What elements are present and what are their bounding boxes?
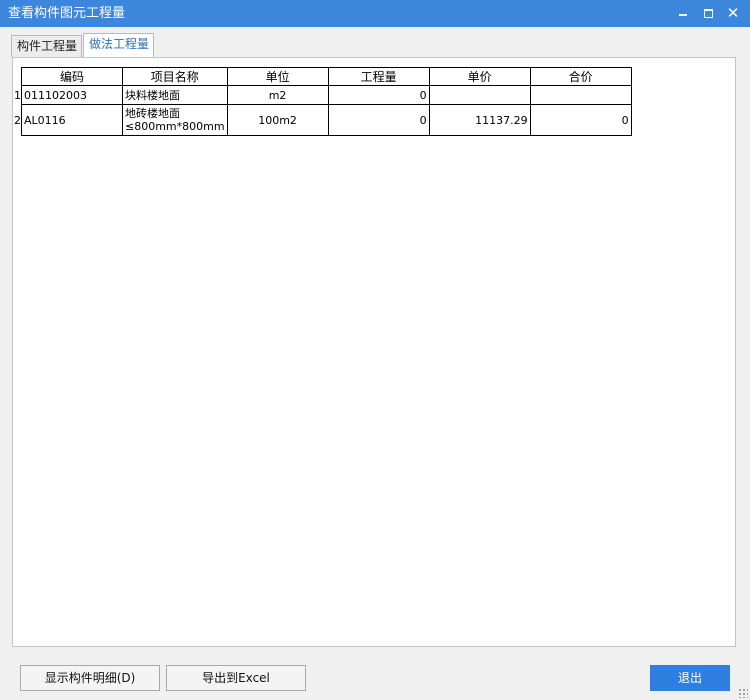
button-bar: 显示构件明细(D) 导出到Excel 退出 [12, 663, 736, 693]
quantity-table: 编码 项目名称 单位 工程量 单价 合价 1 011102003 块料楼地面 m… [14, 67, 632, 136]
cell-total[interactable]: 0 [529, 104, 632, 136]
column-header-unit[interactable]: 单位 [226, 67, 329, 86]
cell-unit[interactable]: m2 [226, 85, 329, 105]
column-header-quantity[interactable]: 工程量 [327, 67, 430, 86]
maximize-button[interactable] [697, 3, 719, 23]
column-header-code[interactable]: 编码 [21, 67, 123, 86]
close-icon: ✕ [726, 3, 740, 22]
close-button[interactable]: ✕ [722, 3, 744, 23]
table-header-row: 编码 项目名称 单位 工程量 单价 合价 [14, 67, 632, 86]
table-row[interactable]: 2 AL0116 地砖楼地面 ≤800mm*800mm 100m2 0 1113… [14, 104, 632, 136]
column-header-total[interactable]: 合价 [529, 67, 632, 86]
cell-quantity[interactable]: 0 [327, 104, 430, 136]
cell-unit[interactable]: 100m2 [226, 104, 329, 136]
exit-button[interactable]: 退出 [650, 665, 730, 691]
cell-name[interactable]: 地砖楼地面 ≤800mm*800mm [122, 104, 228, 136]
quantity-panel: 编码 项目名称 单位 工程量 单价 合价 1 011102003 块料楼地面 m… [12, 57, 736, 647]
show-component-detail-button[interactable]: 显示构件明细(D) [20, 665, 160, 691]
tab-method-quantity[interactable]: 做法工程量 [83, 33, 154, 58]
tab-component-quantity[interactable]: 构件工程量 [11, 35, 82, 57]
minimize-button[interactable] [672, 3, 694, 23]
minimize-icon [679, 14, 687, 16]
column-header-price[interactable]: 单价 [428, 67, 531, 86]
cell-quantity[interactable]: 0 [327, 85, 430, 105]
maximize-icon [703, 8, 713, 18]
row-number: 1 [14, 88, 21, 102]
export-excel-button[interactable]: 导出到Excel [166, 665, 306, 691]
cell-price[interactable] [428, 85, 531, 105]
title-bar: 查看构件图元工程量 ✕ [0, 0, 750, 27]
cell-code[interactable]: AL0116 [21, 104, 123, 136]
column-header-name[interactable]: 项目名称 [122, 67, 228, 86]
table-row[interactable]: 1 011102003 块料楼地面 m2 0 [14, 85, 632, 105]
cell-code[interactable]: 011102003 [21, 85, 123, 105]
cell-name[interactable]: 块料楼地面 [122, 85, 228, 105]
cell-price[interactable]: 11137.29 [428, 104, 531, 136]
cell-total[interactable] [529, 85, 632, 105]
row-number: 2 [14, 113, 21, 127]
window-title: 查看构件图元工程量 [8, 6, 126, 21]
resize-grip-icon[interactable] [738, 688, 748, 698]
row-number-header [14, 67, 22, 86]
